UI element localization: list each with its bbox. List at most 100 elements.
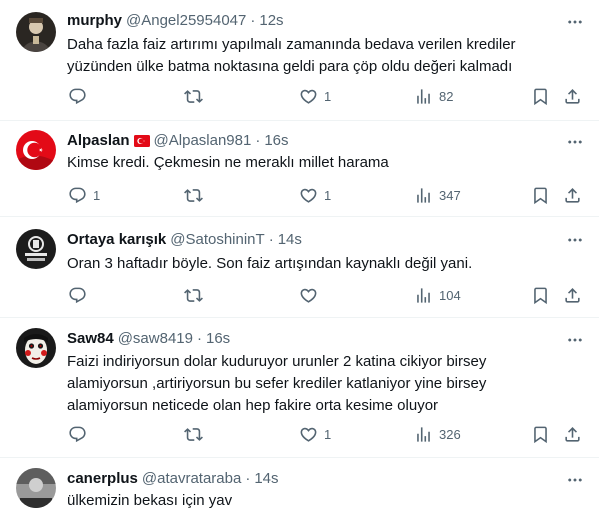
tweet-actions: 1 1 347	[58, 185, 590, 205]
like-count: 1	[324, 88, 332, 104]
separator-dot: ·	[245, 470, 251, 487]
tweet-text: Oran 3 haftadır böyle. Son faiz artışınd…	[67, 255, 473, 272]
like-count: 1	[324, 426, 332, 442]
separator-dot: ·	[196, 330, 202, 347]
display-name[interactable]: Saw84	[67, 329, 114, 349]
tweet-actions: 1 82	[58, 86, 590, 106]
tweet[interactable]: canerplus @atavrataraba · 14s ülkemizin …	[0, 458, 599, 524]
ellipsis-icon	[566, 231, 584, 249]
bookmark-button[interactable]	[531, 285, 550, 305]
timestamp[interactable]: 16s	[206, 329, 230, 349]
timestamp[interactable]: 16s	[264, 131, 288, 151]
bookmark-icon	[531, 87, 550, 106]
reply-count: 1	[93, 187, 101, 203]
turkish-flag-avatar-icon	[16, 130, 56, 170]
like-button[interactable]: 1	[299, 86, 331, 106]
user-handle[interactable]: @Angel25954047	[126, 11, 246, 31]
bookmark-icon	[531, 425, 550, 444]
retweet-button[interactable]	[184, 285, 209, 305]
share-button[interactable]	[563, 185, 582, 205]
tweet-feed: murphy @Angel25954047 · 12s Daha fazla f…	[0, 0, 599, 524]
share-icon	[563, 186, 582, 205]
tweet[interactable]: Saw84 @saw8419 · 16s Faizi indiriyorsun …	[0, 318, 599, 458]
display-name[interactable]: Alpaslan	[67, 131, 130, 151]
user-handle[interactable]: @Alpaslan981	[154, 131, 252, 151]
more-options-button[interactable]	[565, 12, 585, 32]
tweet-header: murphy @Angel25954047 · 12s	[67, 11, 284, 31]
views-button[interactable]: 347	[414, 185, 461, 205]
tweet-text: Kimse kredi. Çekmesin ne meraklı millet …	[67, 154, 389, 171]
tweet[interactable]: Ortaya karışık @SatoshininT · 14s Oran 3…	[0, 217, 599, 318]
bookmark-button[interactable]	[531, 86, 550, 106]
tweet-text: Daha fazla faiz artırımı yapılmalı zaman…	[67, 36, 516, 75]
ellipsis-icon	[566, 133, 584, 151]
tweet[interactable]: murphy @Angel25954047 · 12s Daha fazla f…	[0, 0, 599, 121]
reply-icon	[68, 186, 87, 205]
retweet-button[interactable]	[184, 185, 209, 205]
timestamp[interactable]: 14s	[278, 230, 302, 250]
timestamp[interactable]: 12s	[259, 11, 283, 31]
display-name[interactable]: murphy	[67, 11, 122, 31]
more-options-button[interactable]	[565, 470, 585, 490]
view-count: 104	[439, 287, 461, 303]
dark-portrait-avatar-icon	[16, 12, 56, 52]
heart-icon	[299, 286, 318, 305]
tweet-text: Faizi indiriyorsun dolar kuduruyor urunl…	[67, 353, 487, 414]
views-button[interactable]: 104	[414, 285, 461, 305]
user-avatar[interactable]	[16, 328, 56, 368]
share-button[interactable]	[563, 424, 582, 444]
reply-button[interactable]	[68, 424, 93, 444]
grayscale-photo-avatar-icon	[16, 468, 56, 508]
reply-button[interactable]	[68, 285, 93, 305]
turkish-flag-emoji-icon	[133, 135, 150, 147]
tweet-text: ülkemizin bekası için yav	[67, 492, 233, 509]
user-handle[interactable]: @SatoshininT	[170, 230, 264, 250]
heart-icon	[299, 186, 318, 205]
ellipsis-icon	[566, 13, 584, 31]
views-button[interactable]: 82	[414, 86, 453, 106]
user-handle[interactable]: @atavrataraba	[142, 469, 241, 489]
more-options-button[interactable]	[565, 132, 585, 152]
analytics-icon	[414, 186, 433, 205]
like-button[interactable]: 1	[299, 424, 331, 444]
heart-icon	[299, 425, 318, 444]
analytics-icon	[414, 425, 433, 444]
bookmark-icon	[531, 286, 550, 305]
retweet-icon	[184, 186, 203, 205]
bookmark-button[interactable]	[531, 185, 550, 205]
reply-button[interactable]	[68, 86, 93, 106]
more-options-button[interactable]	[565, 330, 585, 350]
reply-button[interactable]: 1	[68, 185, 100, 205]
puppet-mask-avatar-icon	[16, 328, 56, 368]
display-name[interactable]: Ortaya karışık	[67, 230, 166, 250]
retweet-button[interactable]	[184, 86, 209, 106]
views-button[interactable]: 326	[414, 424, 461, 444]
like-count: 1	[324, 187, 332, 203]
display-name[interactable]: canerplus	[67, 469, 138, 489]
ellipsis-icon	[566, 331, 584, 349]
tweet-header: Ortaya karışık @SatoshininT · 14s	[67, 230, 302, 250]
share-button[interactable]	[563, 285, 582, 305]
like-button[interactable]	[299, 285, 324, 305]
bookmark-icon	[531, 186, 550, 205]
user-avatar[interactable]	[16, 12, 56, 52]
timestamp[interactable]: 14s	[254, 469, 278, 489]
retweet-icon	[184, 87, 203, 106]
analytics-icon	[414, 286, 433, 305]
user-handle[interactable]: @saw8419	[118, 329, 193, 349]
share-icon	[563, 425, 582, 444]
analytics-icon	[414, 87, 433, 106]
retweet-button[interactable]	[184, 424, 209, 444]
share-button[interactable]	[563, 86, 582, 106]
tweet-actions: 1 326	[58, 424, 590, 444]
more-options-button[interactable]	[565, 230, 585, 250]
heart-icon	[299, 87, 318, 106]
user-avatar[interactable]	[16, 130, 56, 170]
user-avatar[interactable]	[16, 468, 56, 508]
share-icon	[563, 87, 582, 106]
share-icon	[563, 286, 582, 305]
tweet[interactable]: Alpaslan @Alpaslan981 · 16s Kimse kredi.…	[0, 121, 599, 217]
like-button[interactable]: 1	[299, 185, 331, 205]
user-avatar[interactable]	[16, 229, 56, 269]
bookmark-button[interactable]	[531, 424, 550, 444]
